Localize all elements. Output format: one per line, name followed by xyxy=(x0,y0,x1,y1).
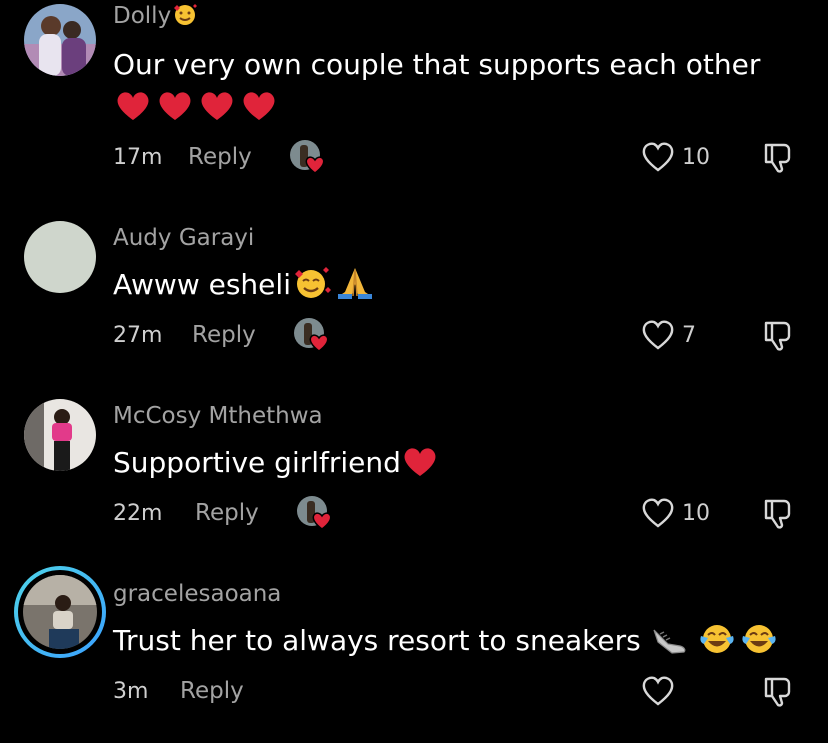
like-button[interactable] xyxy=(640,674,682,708)
comment-username[interactable]: Dolly xyxy=(113,2,199,30)
comment-text: Our very own couple that supports each o… xyxy=(113,48,761,81)
red-heart-icon xyxy=(117,92,275,120)
like-count: 10 xyxy=(682,500,710,526)
like-count: 7 xyxy=(682,322,696,348)
like-button[interactable]: 7 xyxy=(640,318,696,352)
avatar-image xyxy=(24,4,96,76)
comment-time: 27m xyxy=(113,323,163,348)
creator-liked-badge-icon xyxy=(289,139,325,175)
face-with-tears-of-joy-icon xyxy=(698,624,782,657)
smiling-face-with-hearts-icon xyxy=(171,3,199,29)
folded-hands-icon xyxy=(335,268,375,301)
creator-liked-badge-icon xyxy=(296,495,332,531)
reply-button[interactable]: Reply xyxy=(192,321,256,349)
avatar-image xyxy=(23,575,97,649)
heart-outline-icon xyxy=(642,676,674,706)
thumbs-down-icon xyxy=(764,143,791,173)
avatar[interactable] xyxy=(24,4,96,76)
comment-username[interactable]: Audy Garayi xyxy=(113,224,254,252)
dislike-button[interactable] xyxy=(760,317,796,353)
red-heart-icon xyxy=(401,446,439,479)
comment-text-content: Awww esheli xyxy=(113,268,291,301)
heart-outline-icon xyxy=(642,320,674,350)
comment-text-content: Trust her to always resort to sneakers xyxy=(113,624,641,657)
comments-panel: Dolly Our very own couple that supports … xyxy=(0,0,828,743)
comment-time: 22m xyxy=(113,501,163,526)
comment-time: 17m xyxy=(113,145,163,170)
username-text: Dolly xyxy=(113,3,172,29)
comment-time: 3m xyxy=(113,679,149,704)
comment-username[interactable]: gracelesaoana xyxy=(113,580,281,608)
like-button[interactable]: 10 xyxy=(640,140,710,174)
story-ring[interactable] xyxy=(14,566,106,658)
thumbs-down-icon xyxy=(764,677,791,707)
comment-text: Awww esheli xyxy=(113,266,375,302)
avatar[interactable] xyxy=(24,399,96,471)
avatar[interactable] xyxy=(24,221,96,293)
comment-text: Trust her to always resort to sneakers xyxy=(113,622,782,658)
comment-text-content: Supportive girlfriend xyxy=(113,446,401,479)
comment-text: Supportive girlfriend xyxy=(113,444,439,480)
comment-username[interactable]: McCosy Mthethwa xyxy=(113,402,323,430)
dislike-button[interactable] xyxy=(760,673,796,709)
avatar-image xyxy=(24,399,96,471)
avatar xyxy=(23,575,97,649)
avatar-image xyxy=(24,221,96,293)
thumbs-down-icon xyxy=(764,321,791,351)
reply-button[interactable]: Reply xyxy=(195,499,259,527)
dislike-button[interactable] xyxy=(760,495,796,531)
heart-outline-icon xyxy=(642,142,674,172)
heart-outline-icon xyxy=(642,498,674,528)
like-button[interactable]: 10 xyxy=(640,496,710,530)
thumbs-down-icon xyxy=(764,499,791,529)
reply-button[interactable]: Reply xyxy=(180,677,244,705)
reply-button[interactable]: Reply xyxy=(188,143,252,171)
dislike-button[interactable] xyxy=(760,139,796,175)
smiling-face-with-hearts-icon xyxy=(291,267,335,301)
like-count: 10 xyxy=(682,144,710,170)
creator-liked-badge-icon xyxy=(293,317,329,353)
comment-emoji-line xyxy=(113,88,279,124)
sneaker-icon xyxy=(650,624,690,657)
